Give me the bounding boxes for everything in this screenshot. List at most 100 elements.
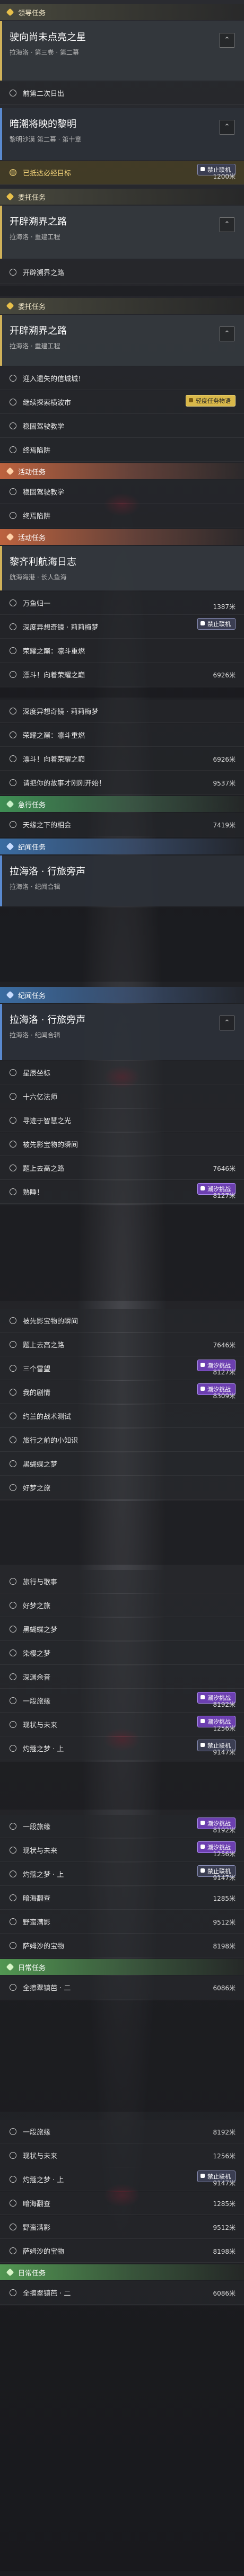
objective-item[interactable]: 三个雷望 潮汐挑战 8127米	[0, 1357, 244, 1380]
quest-card[interactable]: 开辟溯界之路 拉海洛 · 重建工程 ⌃	[0, 206, 244, 259]
objective-item[interactable]: 深渊余音	[0, 1665, 244, 1689]
quest-title: 暗潮将映的黎明	[10, 119, 76, 130]
category-header-commission[interactable]: 委托任务	[0, 189, 244, 205]
quest-card[interactable]: 拉海洛 · 行旅旁声 拉海洛 · 纪闻合辑 ⌃	[0, 1004, 244, 1060]
objective-label: 终焉陷阱	[23, 447, 51, 455]
objective-item[interactable]: 熟睡！ 潮汐挑战 8127米	[0, 1180, 244, 1204]
objective-item[interactable]: 深度异想奇镜 · 莉莉梅梦 禁止联机	[0, 615, 244, 639]
collapse-button[interactable]: ⌃	[220, 120, 234, 135]
quest-card[interactable]: 开辟溯界之路 拉海洛 · 重建工程 ⌃	[0, 315, 244, 366]
objective-item[interactable]: 全擦翠镇芭 · 二 6086米	[0, 2281, 244, 2305]
objective-label: 深渊余音	[23, 1674, 51, 1682]
objective-item[interactable]: 一段旅缘 8192米	[0, 2120, 244, 2143]
collapse-button[interactable]: ⌃	[220, 1016, 234, 1030]
objective-item[interactable]: 全擦翠镇芭 · 二 6086米	[0, 1976, 244, 1999]
objective-item[interactable]: 黑蝴蝶之梦	[0, 1452, 244, 1476]
objective-item[interactable]: 星辰坐标	[0, 1061, 244, 1084]
objective-item[interactable]: 深度异想奇镜 · 莉莉梅梦	[0, 700, 244, 723]
objective-item[interactable]: 约兰的战术测试	[0, 1405, 244, 1428]
category-header-activity[interactable]: 活动任务	[0, 463, 244, 479]
objective-label: 被先影宝物的瞬间	[23, 1318, 79, 1326]
objective-item[interactable]: 一段旅缘 潮汐挑战 8192米	[0, 1815, 244, 1838]
objective-item[interactable]: 漂斗！向着荣耀之巅 6926米	[0, 747, 244, 771]
objective-item-active[interactable]: 已抵达必经目标 禁止联机 1200米	[0, 161, 244, 184]
objective-label: 我的剧情	[23, 1389, 51, 1397]
category-header-legend[interactable]: 纪闻任务	[0, 839, 244, 854]
objective-item[interactable]: 题上去高之路 7646米	[0, 1333, 244, 1356]
quest-subtitle: 黎明沙漠 第二幕 · 第十章	[10, 136, 82, 143]
objective-item[interactable]: 好梦之旅	[0, 1594, 244, 1617]
objective-item[interactable]: 灼蔻之梦 · 上 禁止联机 9147米	[0, 1737, 244, 1760]
objective-circle-icon	[10, 2247, 16, 2254]
collapse-button[interactable]: ⌃	[220, 33, 234, 48]
objective-item[interactable]: 现状与未来 潮汐挑战 1256米	[0, 1713, 244, 1736]
objective-item[interactable]: 灼蔻之梦 · 上 禁止联机 9147米	[0, 1863, 244, 1886]
objective-item[interactable]: 旅行与歌事	[0, 1570, 244, 1593]
objective-circle-icon	[10, 1823, 16, 1830]
objective-item[interactable]: 稳固驾驶教学	[0, 480, 244, 504]
collapse-button[interactable]: ⌃	[220, 327, 234, 341]
objective-item[interactable]: 荣耀之巅：凛斗重燃	[0, 724, 244, 747]
objective-item[interactable]: 被先影宝物的瞬间	[0, 1309, 244, 1333]
objective-item[interactable]: 旅行之前的小知识	[0, 1428, 244, 1452]
objective-circle-icon	[10, 1117, 16, 1124]
collapse-button[interactable]: ⌃	[220, 217, 234, 232]
objective-item[interactable]: 灼蔻之梦 · 上 禁止联机 9147米	[0, 2168, 244, 2191]
objective-label: 稳固驾驶教学	[23, 489, 65, 497]
distance-label: 8309米	[213, 1392, 236, 1400]
category-header-activity[interactable]: 活动任务	[0, 529, 244, 545]
objective-circle-icon	[10, 755, 16, 762]
objective-item[interactable]: 前第二次日出	[0, 82, 244, 105]
objective-item[interactable]: 黑蝴蝶之梦	[0, 1618, 244, 1641]
objective-item[interactable]: 万鱼归一 1387米	[0, 592, 244, 615]
objective-item[interactable]: 暗海翻查 1285米	[0, 2192, 244, 2215]
objective-item[interactable]: 我的剧情 潮汐挑战 8309米	[0, 1381, 244, 1404]
objective-item[interactable]: 现状与未来 1256米	[0, 2144, 244, 2167]
objective-item[interactable]: 终焉陷阱	[0, 438, 244, 462]
objective-item[interactable]: 寻迹于智慧之光	[0, 1109, 244, 1132]
objective-item[interactable]: 题上去高之路 7646米	[0, 1157, 244, 1180]
category-header-leader[interactable]: 领导任务	[0, 4, 244, 20]
objective-item[interactable]: 现状与未来 潮汐挑战 1256米	[0, 1839, 244, 1862]
quest-card[interactable]: 驶向尚未点亮之星 拉海洛 · 第三卷 · 第二幕 ⌃	[0, 21, 244, 81]
objective-circle-icon	[10, 1918, 16, 1925]
objective-item[interactable]: 请把你的故事才刚刚开始！ 9537米	[0, 771, 244, 795]
objective-label: 荣耀之巅：凛斗重燃	[23, 732, 85, 740]
quest-card[interactable]: 拉海洛 · 行旅旁声 拉海洛 · 纪闻合辑	[0, 855, 244, 906]
distance-label: 9537米	[213, 780, 236, 787]
objective-item[interactable]: 被先影宝物的瞬间	[0, 1133, 244, 1156]
objective-item[interactable]: 萨姆沙的宝物 8198米	[0, 1934, 244, 1957]
objective-item[interactable]: 终焉陷阱	[0, 504, 244, 527]
quest-title: 拉海洛 · 行旅旁声	[10, 1014, 86, 1026]
category-header-fast[interactable]: 急行任务	[0, 796, 244, 812]
objective-item[interactable]: 稳固驾驶教学	[0, 414, 244, 438]
objective-item[interactable]: 野蛮满影 9512米	[0, 2216, 244, 2239]
category-header-daily[interactable]: 日常任务	[0, 1959, 244, 1975]
objective-item[interactable]: 十六亿法师	[0, 1085, 244, 1108]
objective-item[interactable]: 一段旅缘 潮汐挑战 8192米	[0, 1689, 244, 1713]
category-header-daily[interactable]: 日常任务	[0, 2264, 244, 2280]
section-divider	[0, 1501, 244, 1565]
objective-label: 全擦翠镇芭 · 二	[23, 1984, 71, 1992]
objective-item[interactable]: 荣耀之巅：凛斗重燃	[0, 639, 244, 663]
quest-card[interactable]: 黎齐利航海日志 航海海港 · 长人鱼海	[0, 546, 244, 590]
objective-item[interactable]: 天缘之下的相会 7419米	[0, 813, 244, 836]
objective-circle-icon	[10, 623, 16, 630]
objective-label: 暗海翻查	[23, 2200, 51, 2208]
category-header-legend[interactable]: 纪闻任务	[0, 987, 244, 1003]
objective-label: 漂斗！向着荣耀之巅	[23, 756, 85, 764]
objective-item[interactable]: 开辟溯界之路	[0, 261, 244, 284]
quest-subtitle: 航海海港 · 长人鱼海	[10, 574, 67, 581]
objective-circle-icon	[10, 1894, 16, 1901]
objective-item[interactable]: 野蛮满影 9512米	[0, 1910, 244, 1934]
objective-item[interactable]: 迎入遗失的信城城！	[0, 367, 244, 390]
category-header-commission[interactable]: 委托任务	[0, 298, 244, 314]
objective-item[interactable]: 继续探索横波市 轻度任务物语	[0, 391, 244, 414]
objective-item[interactable]: 暗海翻查 1285米	[0, 1886, 244, 1910]
objective-item[interactable]: 漂斗！向着荣耀之巅 6926米	[0, 663, 244, 686]
objective-item[interactable]: 染樱之梦	[0, 1642, 244, 1665]
objective-label: 萨姆沙的宝物	[23, 2248, 65, 2256]
quest-card[interactable]: 暗潮将映的黎明 黎明沙漠 第二幕 · 第十章 ⌃	[0, 108, 244, 160]
objective-item[interactable]: 萨姆沙的宝物 8198米	[0, 2239, 244, 2263]
objective-item[interactable]: 好梦之旅	[0, 1476, 244, 1499]
